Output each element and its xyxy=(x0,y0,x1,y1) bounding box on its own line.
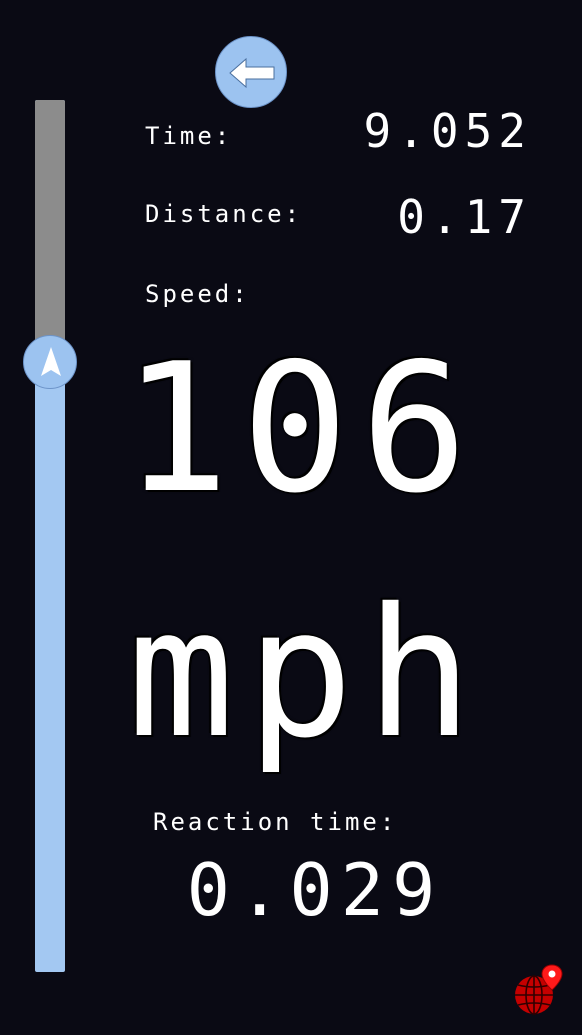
slider-track-empty xyxy=(35,100,65,362)
speed-unit: mph xyxy=(127,570,485,777)
distance-value: 0.17 xyxy=(397,190,532,244)
arrow-left-icon xyxy=(229,57,275,89)
back-button[interactable] xyxy=(215,36,287,108)
reaction-time-value: 0.029 xyxy=(186,848,444,932)
speed-value: 106 xyxy=(122,325,480,532)
time-value: 9.052 xyxy=(363,104,532,158)
globe-pin-icon xyxy=(515,964,563,1015)
reaction-time-label: Reaction time: xyxy=(153,808,398,836)
map-button[interactable] xyxy=(512,963,564,1017)
distance-label: Distance: xyxy=(145,200,303,228)
speed-label: Speed: xyxy=(145,280,250,308)
slider-track[interactable] xyxy=(35,100,65,972)
time-label: Time: xyxy=(145,122,233,150)
